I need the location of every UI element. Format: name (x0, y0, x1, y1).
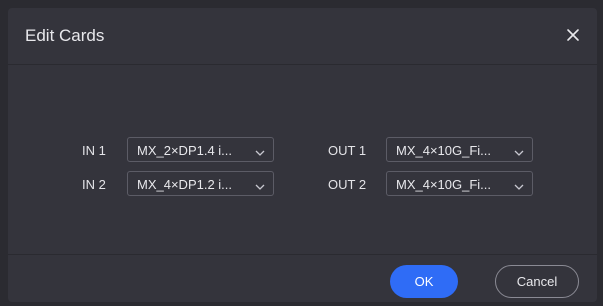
out-1-label: OUT 1 (328, 143, 367, 158)
dialog-footer: OK Cancel (8, 254, 597, 302)
in-2-select-value: MX_4×DP1.2 i... (137, 177, 233, 192)
dialog-title: Edit Cards (25, 26, 105, 45)
out-2-label: OUT 2 (328, 177, 367, 192)
out-2-select-value: MX_4×10G_Fi... (396, 177, 492, 192)
out-1-select[interactable]: MX_4×10G_Fi... (386, 137, 533, 162)
cancel-button[interactable]: Cancel (495, 265, 579, 298)
dialog-body: IN 1 MX_2×DP1.4 i... OUT 1 MX_4×10G_Fi..… (8, 66, 597, 254)
in-1-select[interactable]: MX_2×DP1.4 i... (127, 137, 274, 162)
dialog-header: Edit Cards (8, 8, 597, 65)
out-2-select[interactable]: MX_4×10G_Fi... (386, 171, 533, 196)
close-icon[interactable] (563, 25, 583, 45)
chevron-down-icon (514, 145, 524, 156)
chevron-down-icon (514, 179, 524, 190)
out-1-select-value: MX_4×10G_Fi... (396, 143, 492, 158)
chevron-down-icon (255, 179, 265, 190)
in-2-label: IN 2 (82, 177, 106, 192)
in-2-select[interactable]: MX_4×DP1.2 i... (127, 171, 274, 196)
in-1-select-value: MX_2×DP1.4 i... (137, 143, 233, 158)
ok-button[interactable]: OK (390, 265, 458, 298)
edit-cards-dialog: Edit Cards IN 1 MX_2×DP1.4 i... OUT 1 MX… (8, 8, 597, 302)
chevron-down-icon (255, 145, 265, 156)
in-1-label: IN 1 (82, 143, 106, 158)
